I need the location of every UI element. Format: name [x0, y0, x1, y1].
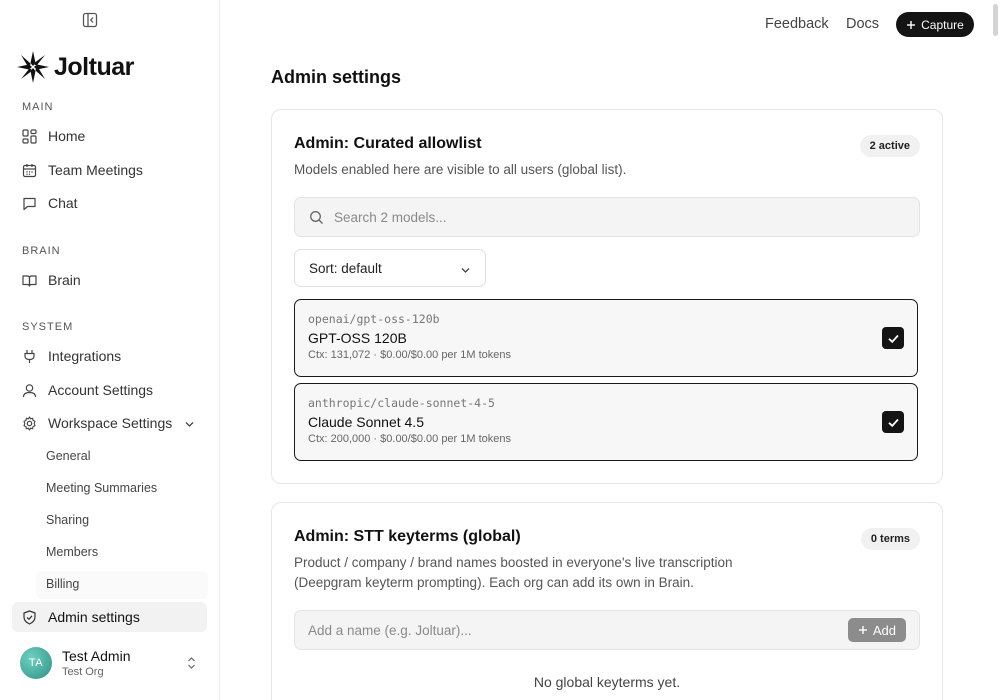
sidebar-collapse-icon[interactable]: [82, 12, 98, 28]
sidebar-item-team-meetings[interactable]: Team Meetings: [12, 155, 207, 185]
docs-link[interactable]: Docs: [846, 16, 879, 32]
model-checkbox[interactable]: [882, 327, 904, 349]
section-label-brain: BRAIN: [22, 245, 61, 257]
avatar: TA: [20, 647, 52, 679]
scrollbar[interactable]: [993, 4, 998, 36]
chevron-down-icon[interactable]: [184, 417, 195, 433]
model-meta: Ctx: 200,000 · $0.00/$0.00 per 1M tokens: [308, 433, 512, 445]
model-id: anthropic/claude-sonnet-4-5: [308, 396, 495, 410]
page-title: Admin settings: [271, 67, 402, 87]
gear-icon: [22, 415, 37, 431]
user-org: Test Org: [62, 666, 104, 678]
grid-icon: [22, 128, 37, 144]
capture-label: Capture: [921, 17, 964, 32]
sidebar-subitem-general[interactable]: General: [46, 449, 90, 463]
model-row[interactable]: anthropic/claude-sonnet-4-5 Claude Sonne…: [294, 383, 918, 461]
plus-icon: [907, 20, 916, 29]
allowlist-description: Models enabled here are visible to all u…: [294, 162, 627, 177]
plus-icon: [858, 626, 867, 634]
model-name: Claude Sonnet 4.5: [308, 414, 424, 430]
sidebar-item-label: Integrations: [48, 348, 122, 364]
model-id: openai/gpt-oss-120b: [308, 312, 440, 326]
section-label-main: MAIN: [22, 101, 54, 113]
sidebar-item-label: Home: [48, 128, 86, 144]
sidebar-item-label: Chat: [48, 195, 78, 211]
sidebar-item-admin-settings[interactable]: Admin settings: [12, 602, 207, 632]
sidebar-item-chat[interactable]: Chat: [12, 188, 207, 218]
logo-mark-icon: [17, 51, 49, 83]
search-icon: [310, 210, 323, 224]
keyterm-input-wrapper[interactable]: Add: [294, 610, 920, 650]
message-square-icon: [22, 196, 37, 211]
sidebar: Joltuar MAIN Home Team Meetings Chat BRA…: [0, 0, 220, 700]
model-checkbox[interactable]: [882, 411, 904, 433]
model-name: GPT-OSS 120B: [308, 330, 407, 346]
sort-select[interactable]: Sort: default: [294, 249, 486, 287]
book-open-icon: [22, 273, 37, 288]
allowlist-card: Admin: Curated allowlist 2 active Models…: [271, 109, 943, 484]
add-keyterm-button[interactable]: Add: [847, 618, 906, 642]
sidebar-subitem-members[interactable]: Members: [46, 545, 98, 559]
sidebar-item-label: Team Meetings: [48, 162, 143, 178]
section-label-system: SYSTEM: [22, 321, 74, 333]
sidebar-item-label: Account Settings: [48, 382, 154, 398]
search-input[interactable]: [334, 209, 854, 225]
sidebar-item-label: Admin settings: [48, 609, 140, 625]
check-icon: [887, 418, 899, 427]
add-label: Add: [872, 622, 896, 638]
sidebar-item-brain[interactable]: Brain: [12, 265, 207, 295]
sidebar-subitem-meeting-summaries[interactable]: Meeting Summaries: [46, 481, 157, 495]
chevrons-up-down-icon[interactable]: [186, 656, 197, 675]
user-name: Test Admin: [62, 648, 131, 664]
feedback-link[interactable]: Feedback: [765, 16, 829, 32]
shield-check-icon: [22, 609, 37, 625]
model-row[interactable]: openai/gpt-oss-120b GPT-OSS 120B Ctx: 13…: [294, 299, 918, 377]
model-meta: Ctx: 131,072 · $0.00/$0.00 per 1M tokens: [308, 349, 512, 361]
keyterms-title: Admin: STT keyterms (global): [294, 528, 521, 545]
brand-logo[interactable]: Joltuar: [16, 49, 134, 85]
capture-button[interactable]: Capture: [896, 12, 974, 37]
sidebar-item-account-settings[interactable]: Account Settings: [12, 375, 207, 405]
sidebar-subitem-sharing[interactable]: Sharing: [46, 513, 89, 527]
model-search[interactable]: [294, 197, 920, 237]
allowlist-title: Admin: Curated allowlist: [294, 135, 482, 152]
empty-state: No global keyterms yet.: [533, 674, 681, 690]
keyterm-input[interactable]: [308, 622, 828, 638]
keyterms-description-line2: (Deepgram keyterm prompting). Each org c…: [294, 575, 694, 590]
sidebar-item-label: Workspace Settings: [48, 415, 173, 431]
user-icon: [22, 383, 37, 398]
sidebar-subitem-billing[interactable]: Billing: [46, 577, 79, 591]
check-icon: [887, 334, 899, 343]
user-menu[interactable]: TA Test Admin Test Org: [20, 646, 210, 680]
brand-name: Joltuar: [54, 52, 134, 81]
plug-icon: [22, 349, 37, 364]
keyterms-description-line1: Product / company / brand names boosted …: [294, 555, 733, 570]
keyterms-card: Admin: STT keyterms (global) 0 terms Pro…: [271, 502, 943, 700]
sidebar-item-label: Brain: [48, 272, 81, 288]
sort-label: Sort: default: [309, 260, 382, 276]
chevron-down-icon: [460, 264, 471, 279]
sidebar-item-integrations[interactable]: Integrations: [12, 341, 207, 371]
sidebar-item-workspace-settings[interactable]: Workspace Settings: [12, 408, 207, 438]
count-badge: 0 terms: [860, 528, 920, 550]
status-badge: 2 active: [859, 135, 920, 157]
sidebar-item-home[interactable]: Home: [12, 121, 207, 151]
calendar-icon: [22, 163, 37, 178]
